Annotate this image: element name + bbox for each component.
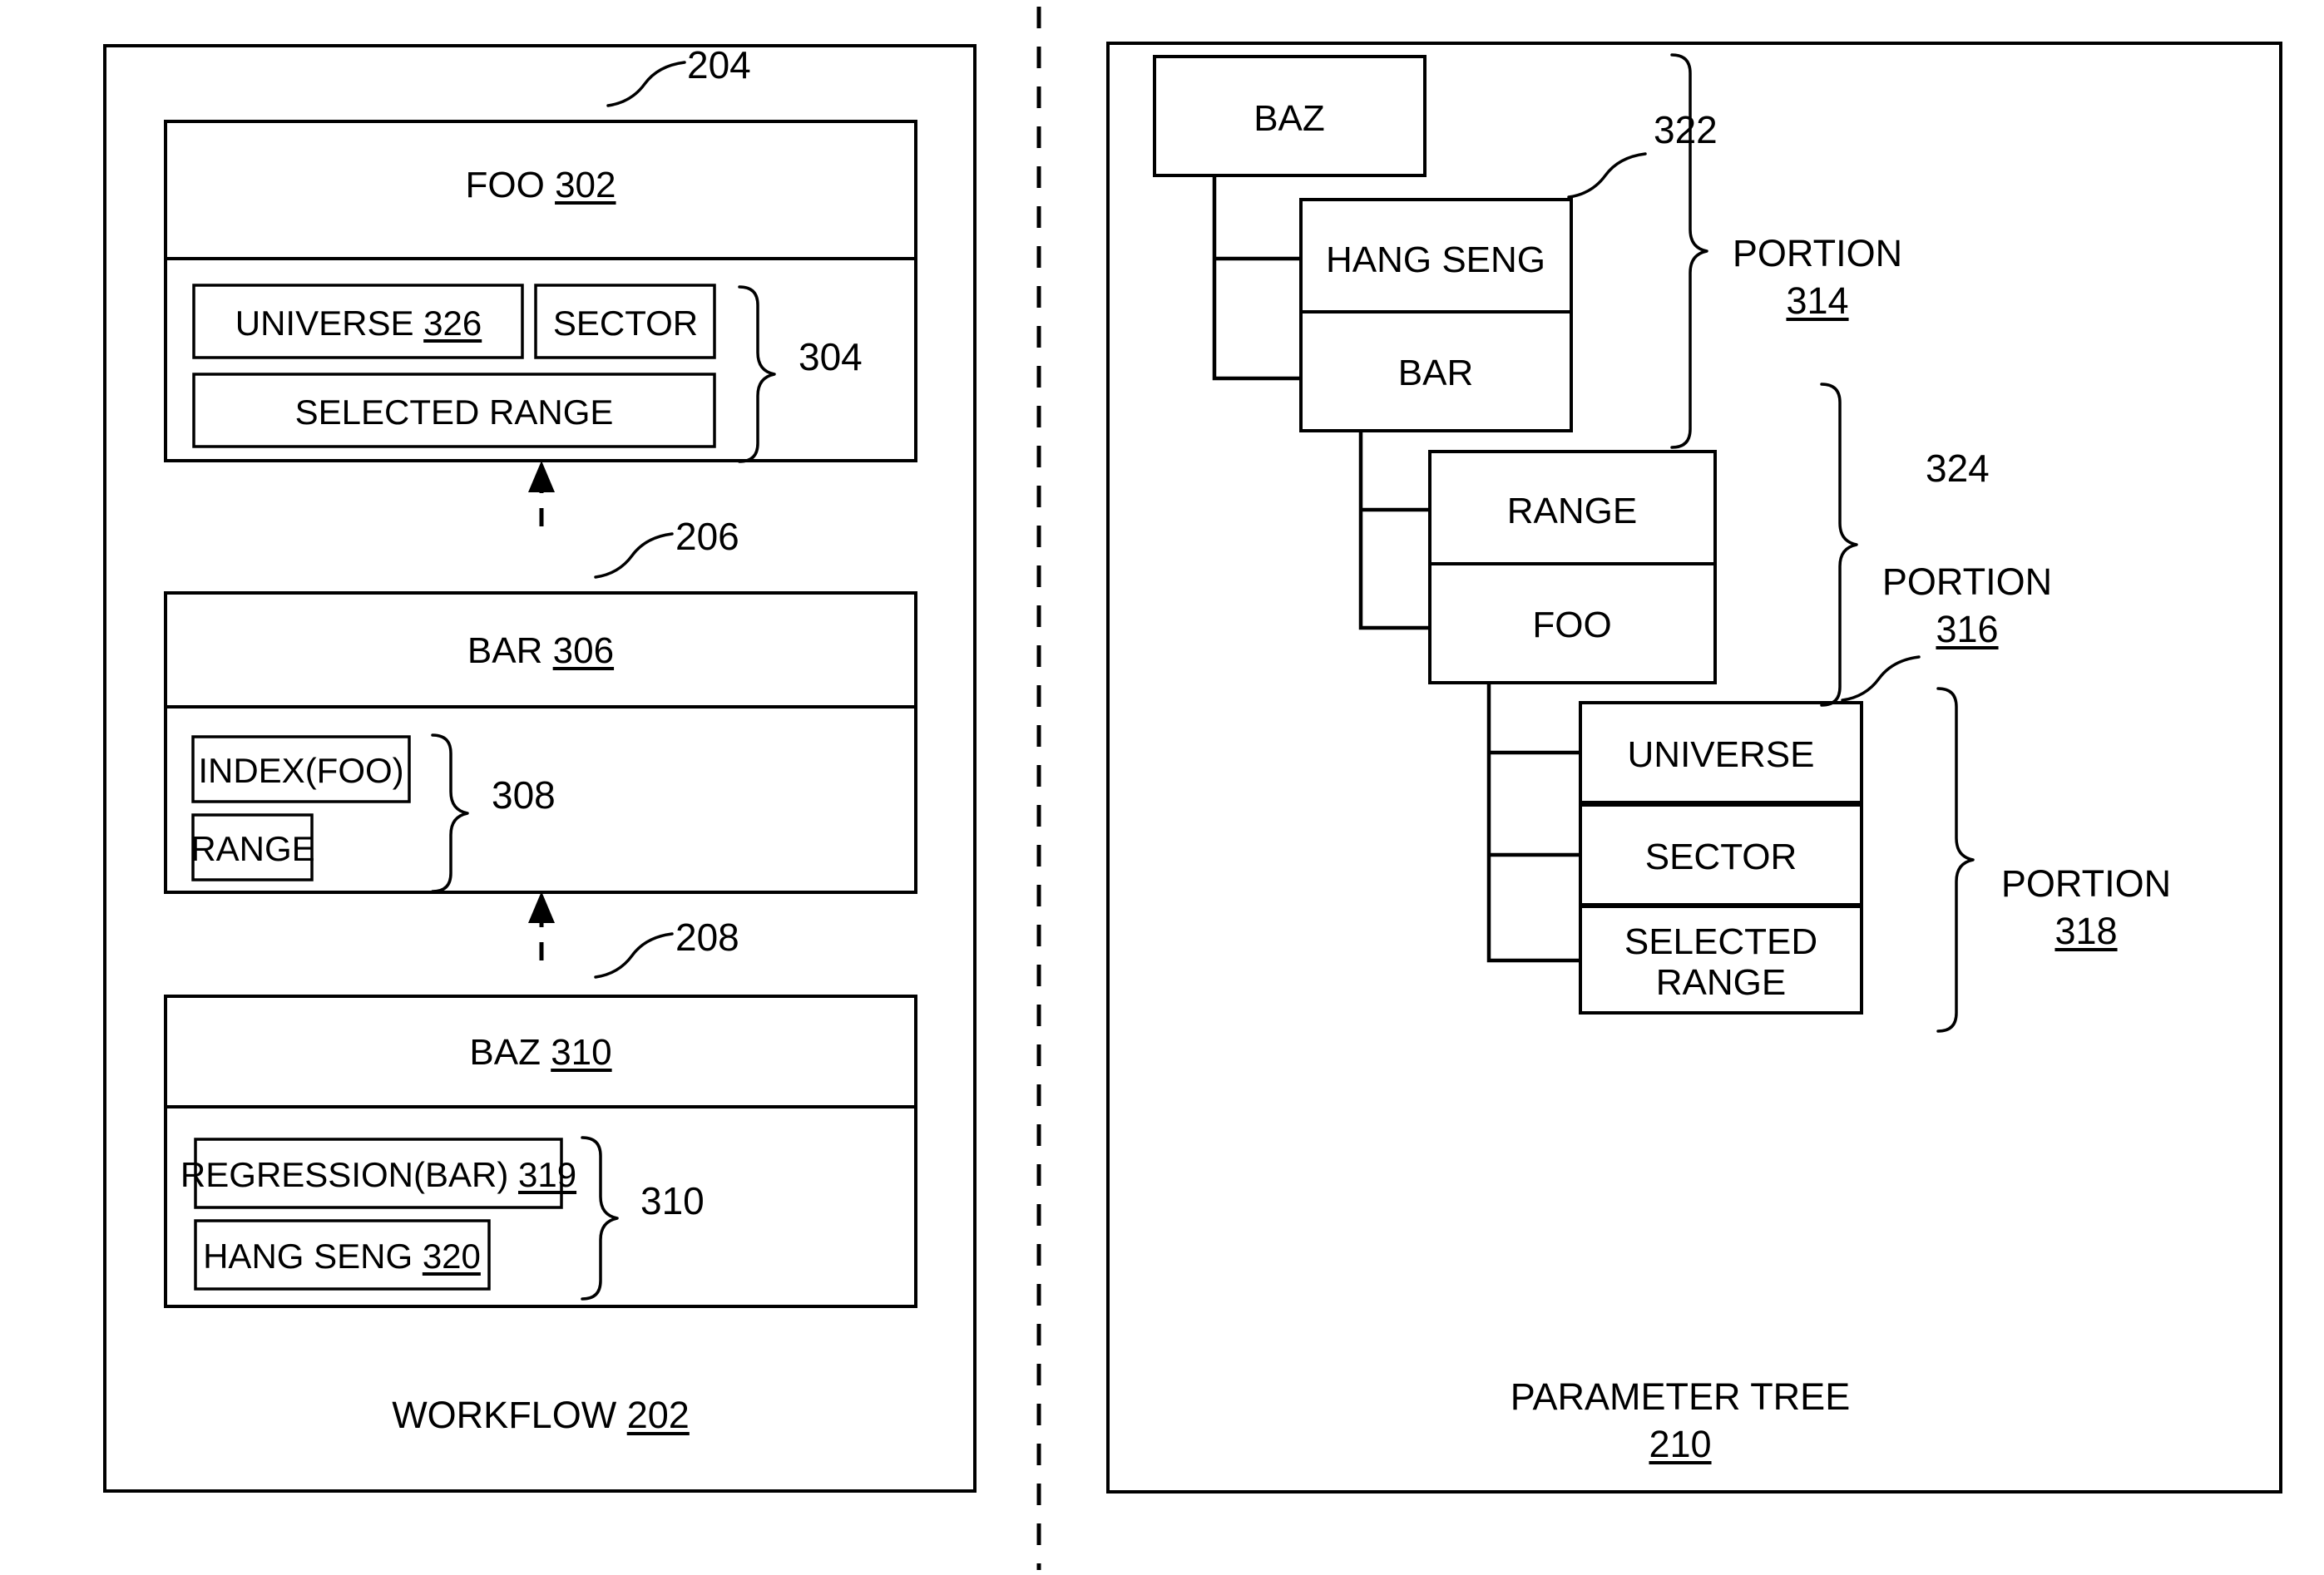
tree-node-baz-label: BAZ [1253, 98, 1325, 139]
left-panel-caption-text: WORKFLOW [392, 1394, 617, 1436]
connector-bar-to-foo [1358, 431, 1430, 630]
baz-item-regression-text: REGRESSION(BAR) [180, 1155, 509, 1194]
baz-block-header-ref: 310 [551, 1032, 612, 1073]
leader-line-206 [594, 532, 674, 579]
baz-block-header-text: BAZ [469, 1032, 541, 1073]
group-ref-304: 304 [799, 335, 863, 378]
tree-node-foo-label: FOO [1532, 605, 1612, 645]
connector-foo-to-selected-range [1486, 683, 1580, 963]
tree-node-range-label: RANGE [1506, 491, 1638, 531]
foo-item-universe-text: UNIVERSE [235, 304, 414, 343]
foo-item-selected-range-label: SELECTED RANGE [294, 393, 614, 432]
figure-canvas: 204 FOO 302 UNIVERSE 326 SECTOR SELECTED… [0, 0, 2324, 1575]
foo-item-universe-label: UNIVERSE 326 [235, 304, 482, 343]
callout-ref-322: 322 [1654, 108, 1718, 151]
baz-item-hang-seng-text: HANG SENG [203, 1237, 413, 1276]
portion-318-word: PORTION [2000, 862, 2172, 905]
brace-portion-316 [1820, 383, 1858, 707]
tree-node-universe-label: UNIVERSE [1627, 734, 1815, 775]
arrow-head-208 [528, 891, 555, 923]
baz-item-regression-label: REGRESSION(BAR) 319 [180, 1155, 576, 1194]
portion-316-word: PORTION [1881, 560, 2053, 603]
tree-node-selected-range-label-line1: SELECTED [1624, 921, 1818, 962]
callout-ref-206: 206 [675, 515, 739, 558]
right-panel-caption-ref: 210 [1649, 1423, 1712, 1465]
portion-314-ref: 314 [1786, 279, 1849, 322]
leader-line-204 [606, 61, 686, 107]
tree-node-selected-range-label-line2: RANGE [1655, 962, 1787, 1003]
leader-line-208 [594, 932, 674, 979]
portion-314-ref-wrap: 314 [1786, 279, 1849, 322]
portion-318-ref: 318 [2055, 910, 2118, 952]
arrow-head-206 [528, 461, 555, 492]
tree-node-hang-seng-label: HANG SENG [1325, 239, 1546, 280]
foo-block-header-ref: 302 [555, 165, 616, 205]
foo-item-universe-ref: 326 [423, 304, 482, 343]
bar-block-header-label: BAR 306 [467, 630, 614, 671]
leader-line-322 [1567, 152, 1647, 199]
right-panel-caption-text: PARAMETER TREE [1510, 1375, 1851, 1418]
callout-ref-204: 204 [687, 43, 751, 86]
baz-item-regression-ref: 319 [517, 1155, 577, 1194]
connector-baz-to-bar [1212, 175, 1301, 381]
left-panel-caption: WORKFLOW 202 [392, 1394, 690, 1436]
leader-line-324 [1841, 655, 1921, 702]
portion-316-ref: 316 [1936, 608, 1999, 650]
foo-item-sector-label: SECTOR [552, 304, 699, 343]
group-ref-310: 310 [640, 1179, 705, 1222]
bar-item-index-foo-label: INDEX(FOO) [198, 751, 404, 790]
callout-ref-208: 208 [675, 916, 739, 959]
bar-block-header-text: BAR [467, 630, 543, 671]
baz-item-hang-seng-label: HANG SENG 320 [203, 1237, 481, 1276]
foo-block-header-text: FOO [465, 165, 545, 205]
foo-block-header-label: FOO 302 [466, 165, 616, 205]
right-panel-caption-text-wrap: PARAMETER TREE [1510, 1375, 1851, 1418]
baz-block-header-label: BAZ 310 [469, 1032, 611, 1073]
bar-item-range-label: RANGE [190, 829, 315, 868]
tree-node-bar-label: BAR [1397, 353, 1474, 393]
portion-314-word: PORTION [1732, 232, 1903, 274]
brace-portion-318 [1936, 687, 1975, 1033]
right-panel-caption-ref-wrap: 210 [1649, 1423, 1712, 1465]
baz-item-hang-seng-ref: 320 [422, 1237, 481, 1276]
portion-316-ref-wrap: 316 [1936, 608, 1999, 650]
group-ref-308: 308 [492, 773, 556, 817]
bar-block-header-ref: 306 [552, 630, 615, 671]
portion-318-ref-wrap: 318 [2055, 910, 2118, 952]
callout-ref-324: 324 [1926, 447, 1990, 490]
tree-node-sector-label: SECTOR [1644, 837, 1797, 877]
left-panel-caption-ref: 202 [626, 1394, 690, 1436]
